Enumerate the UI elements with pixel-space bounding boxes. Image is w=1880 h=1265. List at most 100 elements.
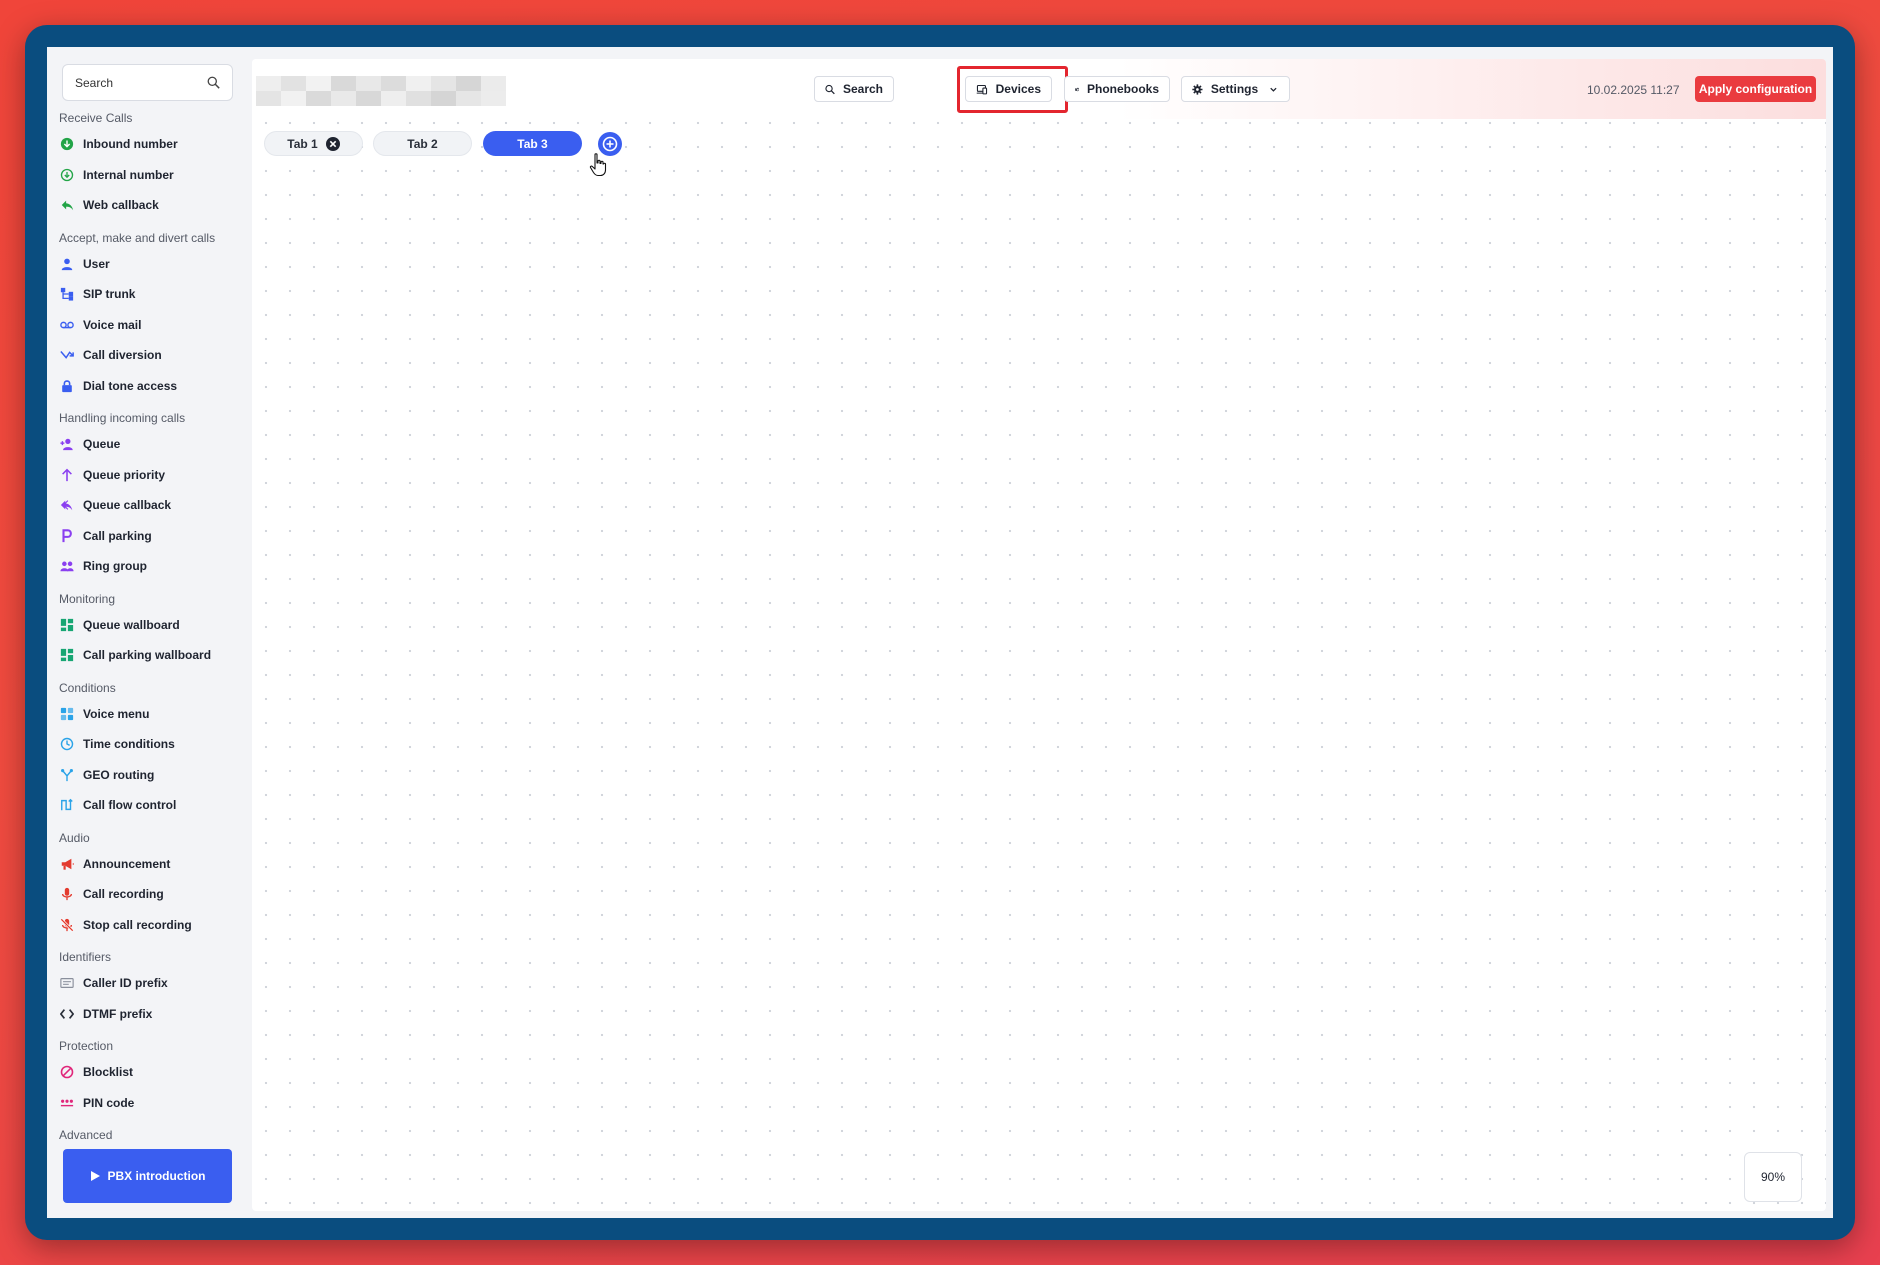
app-window: Search Receive Calls Inbound number Intern… [47, 47, 1833, 1218]
dashboard-icon [59, 647, 75, 663]
megaphone-icon [59, 856, 75, 872]
sidebar-item-pin-code[interactable]: PIN code [59, 1088, 244, 1119]
sip-trunk-icon [59, 286, 75, 302]
caller-id-icon [59, 975, 75, 991]
sidebar-item-stop-call-recording[interactable]: Stop call recording [59, 910, 244, 941]
sidebar-item-label: SIP trunk [83, 287, 136, 302]
zoom-level[interactable]: 90% [1744, 1152, 1802, 1202]
arrow-up-icon [59, 467, 75, 483]
sidebar-section-title: Audio [59, 830, 90, 845]
tab-3-label: Tab 3 [517, 136, 548, 151]
sidebar-item-call-recording[interactable]: Call recording [59, 879, 244, 910]
sidebar-item-announcement[interactable]: Announcement [59, 849, 244, 880]
sidebar-item-voice-menu[interactable]: Voice menu [59, 699, 244, 730]
inbound-number-icon [59, 136, 75, 152]
ring-group-icon [59, 558, 75, 574]
sidebar-section-title: Accept, make and divert calls [59, 230, 216, 245]
sidebar-item-blocklist[interactable]: Blocklist [59, 1057, 244, 1088]
tab-2-label: Tab 2 [407, 136, 438, 151]
sidebar-item-voice-mail[interactable]: Voice mail [59, 310, 244, 341]
sidebar-item-ring-group[interactable]: Ring group [59, 551, 244, 582]
sidebar-section-title: Monitoring [59, 591, 116, 606]
devices-highlight-box [957, 66, 1068, 113]
code-icon [59, 1006, 75, 1022]
flow-canvas[interactable] [252, 119, 1826, 1211]
tab-3[interactable]: Tab 3 [483, 131, 582, 156]
sidebar-item-label: Inbound number [83, 137, 178, 152]
sidebar-item-label: Call flow control [83, 798, 177, 813]
last-saved-datetime: 10.02.2025 11:27 [1587, 83, 1680, 97]
microphone-off-icon [59, 917, 75, 933]
sidebar-item-call-parking[interactable]: Call parking [59, 521, 244, 552]
tab-1-label: Tab 1 [287, 136, 318, 151]
sidebar-item-queue-callback[interactable]: Queue callback [59, 490, 244, 521]
search-icon [207, 76, 220, 89]
queue-callback-icon [59, 497, 75, 513]
user-icon [59, 256, 75, 272]
sidebar-item-sip-trunk[interactable]: SIP trunk [59, 279, 244, 310]
sidebar-item-label: Queue [83, 437, 121, 452]
sidebar-item-label: Call parking [83, 528, 152, 543]
sidebar-item-call-parking-wallboard[interactable]: Call parking wallboard [59, 640, 244, 671]
queue-icon [59, 436, 75, 452]
sidebar-item-label: Call parking wallboard [83, 648, 212, 663]
web-callback-icon [59, 197, 75, 213]
sidebar-item-call-diversion[interactable]: Call diversion [59, 340, 244, 371]
pbx-introduction-label: PBX introduction [107, 1169, 206, 1183]
sidebar-item-label: Caller ID prefix [83, 976, 168, 991]
tab-2[interactable]: Tab 2 [373, 131, 472, 156]
sidebar-item-queue-priority[interactable]: Queue priority [59, 460, 244, 491]
phonebook-icon [1075, 87, 1079, 91]
sidebar: Search Receive Calls Inbound number Intern… [47, 47, 249, 1218]
play-icon [90, 1171, 100, 1181]
sidebar-item-label: Queue wallboard [83, 617, 180, 632]
sidebar-item-label: Announcement [83, 856, 171, 871]
pbx-introduction-button[interactable]: PBX introduction [63, 1149, 232, 1203]
fork-icon [59, 767, 75, 783]
pin-icon [59, 1095, 75, 1111]
clock-icon [59, 736, 75, 752]
sidebar-item-label: Voice mail [83, 317, 142, 332]
block-icon [59, 1064, 75, 1080]
sidebar-item-dtmf-prefix[interactable]: DTMF prefix [59, 999, 244, 1030]
sidebar-search-input[interactable]: Search [62, 64, 233, 101]
sidebar-item-queue[interactable]: Queue [59, 429, 244, 460]
sidebar-item-label: Dial tone access [83, 378, 178, 393]
sidebar-item-web-callback[interactable]: Web callback [59, 190, 244, 221]
sidebar-item-geo-routing[interactable]: GEO routing [59, 760, 244, 791]
sidebar-section-title: Handling incoming calls [59, 411, 186, 425]
top-toolbar: Search Devices Phonebooks Settings 10.02… [252, 59, 1826, 119]
settings-dropdown[interactable]: Settings [1181, 76, 1290, 102]
sidebar-section-title: Protection [59, 1039, 114, 1053]
phonebooks-button-label: Phonebooks [1086, 82, 1159, 96]
search-button[interactable]: Search [814, 76, 894, 102]
apply-configuration-button[interactable]: Apply configuration [1695, 76, 1816, 102]
sidebar-item-internal-number[interactable]: Internal number [59, 160, 244, 191]
sidebar-item-label: Stop call recording [83, 917, 192, 932]
dashboard-icon [59, 617, 75, 633]
sidebar-item-caller-id-prefix[interactable]: Caller ID prefix [59, 968, 244, 999]
sidebar-item-queue-wallboard[interactable]: Queue wallboard [59, 610, 244, 641]
sidebar-section-title: Receive Calls [59, 111, 133, 125]
sidebar-item-call-flow-control[interactable]: Call flow control [59, 790, 244, 821]
sidebar-item-label: PIN code [83, 1095, 135, 1110]
pixelated-logo [256, 76, 506, 106]
call-diversion-icon [59, 347, 75, 363]
chevron-down-icon [1270, 87, 1277, 92]
sidebar-item-label: Internal number [83, 167, 174, 182]
hand-cursor-icon [589, 153, 607, 177]
sidebar-item-dial-tone-access[interactable]: Dial tone access [59, 371, 244, 402]
sidebar-item-label: Voice menu [83, 706, 150, 721]
sidebar-item-label: Ring group [83, 559, 147, 574]
sidebar-item-label: Call diversion [83, 348, 162, 363]
close-tab-icon[interactable] [325, 136, 340, 151]
sidebar-item-time-conditions[interactable]: Time conditions [59, 729, 244, 760]
phonebooks-button[interactable]: Phonebooks [1064, 76, 1170, 102]
sidebar-item-user[interactable]: User [59, 249, 244, 280]
tab-1[interactable]: Tab 1 [264, 131, 363, 156]
sidebar-item-label: Time conditions [83, 737, 175, 752]
sidebar-section-title: Advanced [59, 1128, 113, 1142]
sidebar-section-title: Conditions [59, 680, 116, 695]
sidebar-item-inbound-number[interactable]: Inbound number [59, 129, 244, 160]
microphone-icon [59, 886, 75, 902]
